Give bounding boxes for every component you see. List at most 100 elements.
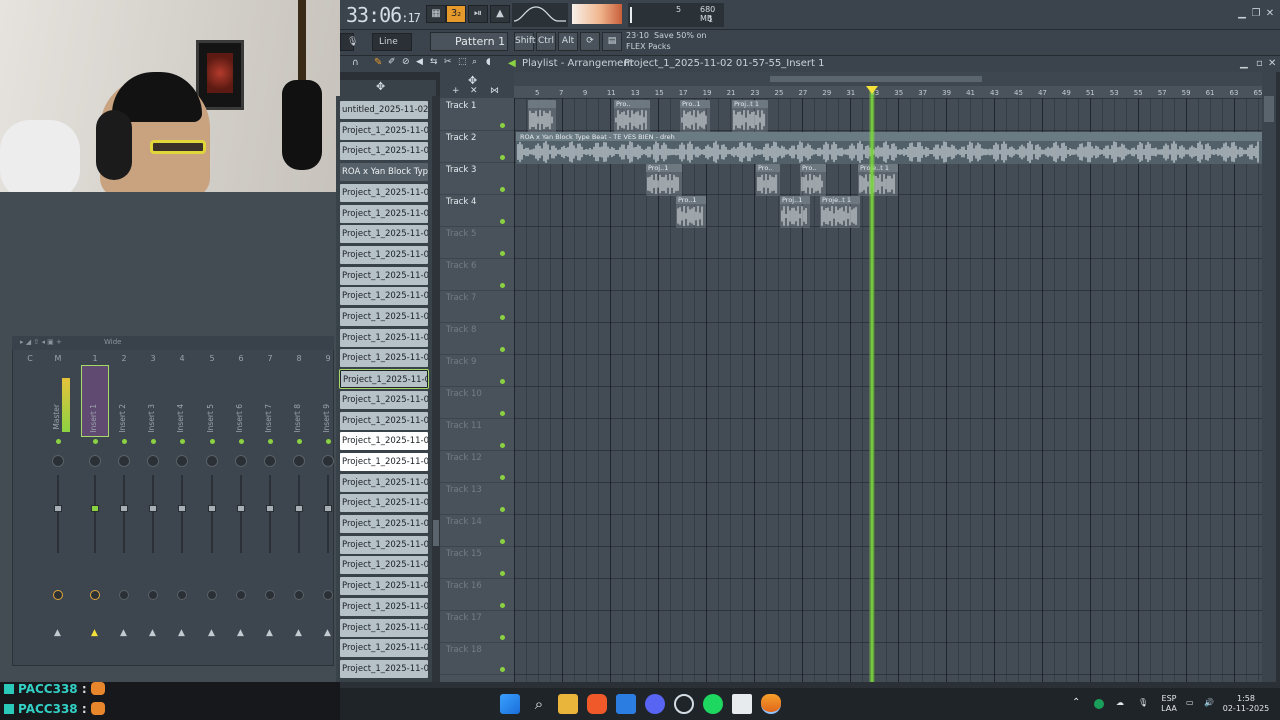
browser-item[interactable]: Project_1_2025-11-02 0… — [340, 618, 428, 637]
snap-select[interactable]: Line — [372, 33, 412, 51]
fl-studio-icon[interactable] — [761, 694, 781, 714]
wait-button[interactable]: ⏯ — [468, 5, 488, 23]
playlist-vertical-scrollbar[interactable] — [1262, 72, 1276, 682]
send-knob[interactable] — [53, 590, 63, 600]
volume-fader[interactable] — [54, 505, 62, 512]
alt-key[interactable]: Alt — [558, 32, 578, 51]
track-name[interactable]: Track 2 — [446, 133, 476, 143]
tray-network-icon[interactable]: ☁ — [1116, 698, 1124, 708]
browser-item[interactable]: Project_1_2025-11-02 0… — [340, 183, 428, 202]
track-mute-led[interactable] — [500, 667, 505, 672]
browser-item[interactable]: Project_1_2025-11-02 0… — [340, 535, 428, 554]
pattern-selector[interactable]: Pattern 1 — [430, 32, 508, 51]
track-mute-led[interactable] — [500, 603, 505, 608]
track-name[interactable]: Track 13 — [446, 485, 482, 495]
brave-browser-icon[interactable] — [587, 694, 607, 714]
mixer-enable-led[interactable] — [210, 439, 215, 444]
track-name[interactable]: Track 5 — [446, 229, 476, 239]
windows-start-icon[interactable] — [500, 694, 520, 714]
mixer-enable-led[interactable] — [268, 439, 273, 444]
volume-fader[interactable] — [149, 505, 157, 512]
restore-icon[interactable]: ❐ — [1250, 8, 1262, 20]
route-arrow-icon[interactable]: ▲ — [266, 628, 273, 638]
pan-knob[interactable] — [118, 455, 130, 467]
taskbar-clock[interactable]: 1:58 02-11-2025 — [1222, 694, 1270, 714]
notepad-icon[interactable] — [732, 694, 752, 714]
pan-knob[interactable] — [176, 455, 188, 467]
pan-knob[interactable] — [235, 455, 247, 467]
browser-item[interactable]: Project_1_2025-11-02 0… — [340, 287, 428, 306]
pan-knob[interactable] — [52, 455, 64, 467]
playback-icon[interactable]: ◖ — [486, 57, 491, 67]
track-mute-led[interactable] — [500, 571, 505, 576]
track-mute-led[interactable] — [500, 315, 505, 320]
pan-knob[interactable] — [322, 455, 334, 467]
track-mute-led[interactable] — [500, 347, 505, 352]
send-knob[interactable] — [265, 590, 275, 600]
file-explorer-icon[interactable] — [558, 694, 578, 714]
track-name[interactable]: Track 16 — [446, 581, 482, 591]
browser-item[interactable]: Project_1_2025-11-02 0… — [340, 515, 428, 533]
playlist-arrow-icon[interactable]: ◀ — [508, 56, 516, 72]
mixer-enable-led[interactable] — [93, 439, 98, 444]
track-mute-led[interactable] — [500, 475, 505, 480]
send-knob[interactable] — [236, 590, 246, 600]
route-arrow-icon[interactable]: ▲ — [120, 628, 127, 638]
pan-knob[interactable] — [293, 455, 305, 467]
obs-icon[interactable] — [674, 694, 694, 714]
browser-item[interactable]: Project_1_2025-11-02 0… — [340, 473, 428, 492]
route-arrow-icon[interactable]: ▲ — [149, 628, 156, 638]
mute-icon[interactable]: ◀ — [416, 57, 423, 67]
overview-window[interactable] — [770, 76, 982, 82]
remove-track-icon[interactable]: ✕ — [470, 86, 478, 96]
browser-item[interactable]: Project_1_2025-11-02 0… — [340, 308, 428, 326]
countdown-button[interactable]: 3₂ — [446, 5, 466, 23]
browser-item[interactable]: Project_1_2025-11-02 0… — [340, 432, 428, 451]
track-mute-led[interactable] — [500, 155, 505, 160]
browser-scroll-thumb[interactable] — [433, 520, 439, 546]
slice-icon[interactable]: ✂ — [444, 57, 452, 67]
route-arrow-icon[interactable]: ▲ — [54, 628, 61, 638]
volume-fader[interactable] — [120, 505, 128, 512]
magnet-icon[interactable]: ∩ — [352, 58, 359, 68]
playlist-maximize-icon[interactable]: ▫ — [1256, 56, 1263, 72]
browser-item[interactable]: untitled_2025-11-02 00-… — [340, 101, 428, 119]
volume-fader[interactable] — [91, 505, 99, 512]
track-mute-led[interactable] — [500, 539, 505, 544]
delete-icon[interactable]: ⊘ — [402, 57, 410, 67]
browser-item[interactable]: Project_1_2025-11-02 0… — [340, 266, 428, 285]
mixer-tools-icons[interactable]: ▸ ◢ ⇧ ◂ ▣ + — [20, 338, 62, 346]
mixer-enable-led[interactable] — [326, 439, 331, 444]
browser-item[interactable]: Project_1_2025-11-02 0… — [340, 577, 428, 596]
playhead[interactable] — [869, 86, 875, 682]
track-options-icon[interactable]: ⋈ — [490, 86, 499, 96]
pan-knob[interactable] — [89, 455, 101, 467]
typing-keyboard-button[interactable]: ▦ — [426, 5, 446, 23]
volume-fader[interactable] — [208, 505, 216, 512]
track-name[interactable]: Track 9 — [446, 357, 476, 367]
mic-icon[interactable]: 🎙 — [340, 33, 358, 51]
ctrl-key[interactable]: Ctrl — [536, 32, 556, 51]
metronome-icon[interactable]: ▲ — [490, 5, 510, 23]
route-arrow-icon[interactable]: ▲ — [91, 628, 98, 638]
send-knob[interactable] — [119, 590, 129, 600]
route-arrow-icon[interactable]: ▲ — [208, 628, 215, 638]
song-time-display[interactable]: 33:06:17 — [346, 3, 421, 27]
track-name[interactable]: Track 8 — [446, 325, 476, 335]
track-name[interactable]: Track 17 — [446, 613, 482, 623]
track-mute-led[interactable] — [500, 251, 505, 256]
send-knob[interactable] — [294, 590, 304, 600]
track-name[interactable]: Track 3 — [446, 165, 476, 175]
browser-item[interactable]: ROA x Yan Block Type… — [340, 163, 428, 182]
pan-knob[interactable] — [264, 455, 276, 467]
tray-display-icon[interactable]: ▭ — [1186, 698, 1194, 708]
news-panel[interactable]: 23·10 Save 50% on FLEX Packs — [626, 30, 726, 52]
shift-key[interactable]: Shift — [514, 32, 535, 51]
discord-icon[interactable] — [645, 694, 665, 714]
send-knob[interactable] — [207, 590, 217, 600]
pencil-icon[interactable]: ✎ — [374, 57, 382, 68]
track-name[interactable]: Track 4 — [446, 197, 476, 207]
browser-item[interactable]: Project_1_2025-11-02 0… — [340, 204, 428, 223]
zoom-icon[interactable]: ⌕ — [472, 57, 477, 67]
volume-fader[interactable] — [324, 505, 332, 512]
